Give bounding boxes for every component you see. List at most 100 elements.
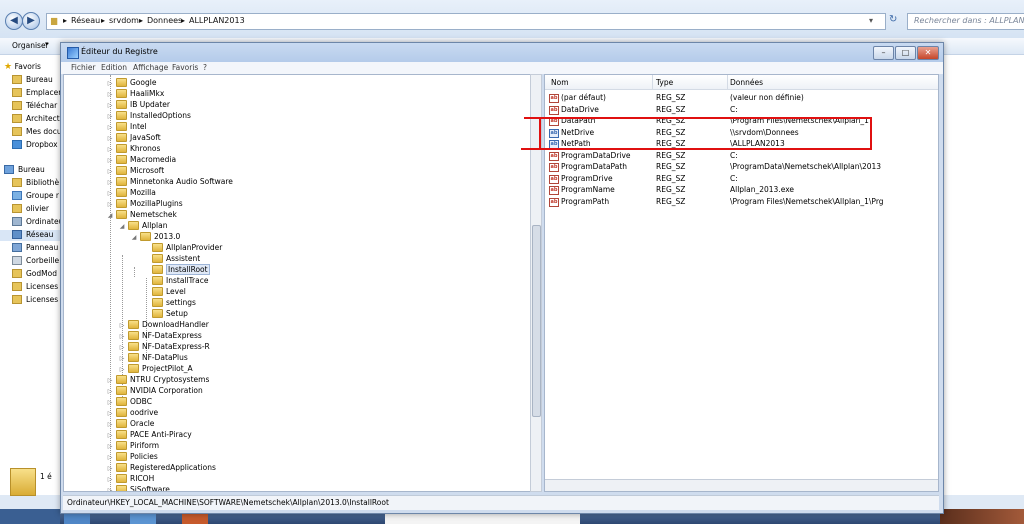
column-separator[interactable] [652,75,653,89]
tree-node[interactable]: ▷ NF-DataExpress-R [118,341,210,352]
tree-node[interactable]: ▷ JavaSoft [106,132,161,143]
desktop-header[interactable]: Bureau [4,165,45,176]
nav-item[interactable]: Corbeille [12,256,59,267]
tree-node[interactable]: ▷ Minnetonka Audio Software [106,176,233,187]
value-row[interactable]: ab ProgramDataPath REG_SZ \ProgramData\Neme… [545,161,938,172]
search-input[interactable]: Rechercher dans : ALLPLAN2013 [907,13,1024,30]
tree-node[interactable]: AllplanProvider [142,242,222,253]
tree-node[interactable]: ▷ DownloadHandler [118,319,209,330]
menu-view[interactable]: Affichage [133,63,168,72]
registry-tree[interactable]: ▷ Google ▷ HaaliMkx ▷ IB Updater ▷ InstalledOpt… [63,74,533,492]
tree-node[interactable]: ▷ Piriform [106,440,159,451]
nav-item[interactable]: Téléchar [12,101,57,112]
nav-item[interactable]: Emplacem [12,88,66,99]
tree-node[interactable]: ▷ IB Updater [106,99,170,110]
tree-node[interactable]: ▷ Google [106,77,156,88]
tree-node[interactable]: InstallRoot [142,264,210,275]
nav-item-network[interactable]: Réseau [0,230,62,241]
tree-node[interactable]: ▷ InstalledOptions [106,110,191,121]
refresh-icon[interactable]: ↻ [889,14,897,25]
menu-favorites[interactable]: Favoris [172,63,198,72]
tree-node[interactable]: ▷ HaaliMkx [106,88,164,99]
tree-node[interactable]: InstallTrace [142,275,208,286]
tree-node[interactable]: settings [142,297,196,308]
value-row[interactable]: ab ProgramPath REG_SZ \Program Files\Nemets… [545,196,938,207]
tree-node[interactable]: ▷ Mozilla [106,187,156,198]
tree-node[interactable]: ▷ Oracle [106,418,154,429]
tree-node[interactable]: ▷ SiSoftware [106,484,170,491]
nav-item[interactable]: Ordinateu [12,217,63,228]
nav-item[interactable]: Groupe r [12,191,59,202]
tree-node[interactable]: ▷ Macromedia [106,154,176,165]
expand-arrow-icon[interactable]: ▷ [106,485,114,491]
minimize-button[interactable]: – [873,46,894,60]
tree-node[interactable]: ▷ Khronos [106,143,160,154]
value-row[interactable]: ab ProgramName REG_SZ Allplan_2013.exe [545,184,938,195]
organize-button[interactable]: Organiser [12,41,49,50]
title-bar[interactable]: Éditeur du Registre – □ ✕ [61,43,943,62]
nav-item[interactable]: Licenses [12,282,58,293]
tree-node[interactable]: ▷ RICOH [106,473,154,484]
tree-node[interactable]: ▷ ODBC [106,396,152,407]
tree-node[interactable]: ▷ Intel [106,121,147,132]
collapse-arrow-icon[interactable]: ◢ [130,232,138,243]
tree-node[interactable]: ▷ Policies [106,451,158,462]
maximize-button[interactable]: □ [895,46,916,60]
back-button[interactable]: ◀ [5,12,23,30]
breadcrumb-item[interactable]: srvdom [109,16,139,25]
collapse-arrow-icon[interactable]: ◢ [118,221,126,232]
tree-node[interactable]: Level [142,286,186,297]
tree-node[interactable]: ▷ NVIDIA Corporation [106,385,203,396]
forward-button[interactable]: ▶ [22,12,40,30]
address-field[interactable]: ▆ ▸ Réseau ▸ srvdom ▸ Donnees ▸ ALLPLAN2… [46,13,886,30]
nav-item[interactable]: Licenses [12,295,58,306]
nav-item[interactable]: Panneau [12,243,58,254]
tree-node-label: Assistent [166,254,201,263]
menu-help[interactable]: ? [203,63,207,72]
menu-file[interactable]: Fichier [71,63,96,72]
tree-node[interactable]: ◢ 2013.0 [130,231,180,242]
favorites-header[interactable]: ★ Favoris [4,62,41,73]
breadcrumb-item[interactable]: ALLPLAN2013 [189,16,245,25]
nav-item[interactable]: Mes docu [12,127,62,138]
tree-node[interactable]: ◢ Nemetschek [106,209,177,220]
tree-node[interactable]: ▷ oodrive [106,407,158,418]
value-row[interactable]: ab ProgramDrive REG_SZ C: [545,173,938,184]
tree-node[interactable]: ▷ NF-DataPlus [118,352,188,363]
breadcrumb-item[interactable]: Donnees [147,16,182,25]
column-data[interactable]: Données [730,78,763,87]
column-type[interactable]: Type [656,78,673,87]
nav-item[interactable]: GodMod [12,269,57,280]
value-row[interactable]: ab (par défaut) REG_SZ (valeur non définie) [545,92,938,103]
tree-node[interactable]: ▷ NF-DataExpress [118,330,202,341]
tree-node[interactable]: ▷ RegisteredApplications [106,462,216,473]
tree-node[interactable]: Setup [142,308,188,319]
collapse-arrow-icon[interactable]: ◢ [106,210,114,221]
tree-node[interactable]: ▷ NTRU Cryptosystems [106,374,209,385]
value-row[interactable]: ab ProgramDataDrive REG_SZ C: [545,150,938,161]
chevron-down-icon[interactable]: ▾ [45,40,49,48]
nav-item[interactable]: Bureau [12,75,53,86]
start-area[interactable] [0,509,60,524]
tree-node[interactable]: ▷ ProjectPilot_A [118,363,193,374]
close-button[interactable]: ✕ [917,46,939,60]
scrollbar-thumb[interactable] [532,225,541,417]
nav-item[interactable]: Architect [12,114,60,125]
value-row[interactable]: ab DataDrive REG_SZ C: [545,104,938,115]
menu-edit[interactable]: Edition [101,63,127,72]
column-name[interactable]: Nom [551,78,569,87]
nav-item[interactable]: Bibliothè [12,178,59,189]
chevron-down-icon[interactable]: ▾ [869,16,873,25]
list-horizontal-scrollbar[interactable] [545,479,938,491]
nav-item[interactable]: Dropbox [12,140,58,151]
tree-node[interactable]: ▷ Microsoft [106,165,164,176]
nav-item[interactable]: olivier [12,204,49,215]
value-row[interactable]: ab NetDrive REG_SZ \\srvdom\Donnees [545,127,938,138]
tree-node[interactable]: ▷ MozillaPlugins [106,198,183,209]
value-data: \ProgramData\Nemetschek\Allplan\2013 [730,162,882,171]
tree-node[interactable]: ▷ PACE Anti-Piracy [106,429,192,440]
tree-node[interactable]: ◢ Allplan [118,220,168,231]
tree-node[interactable]: Assistent [142,253,200,264]
column-separator[interactable] [727,75,728,89]
breadcrumb-item[interactable]: Réseau [71,16,100,25]
